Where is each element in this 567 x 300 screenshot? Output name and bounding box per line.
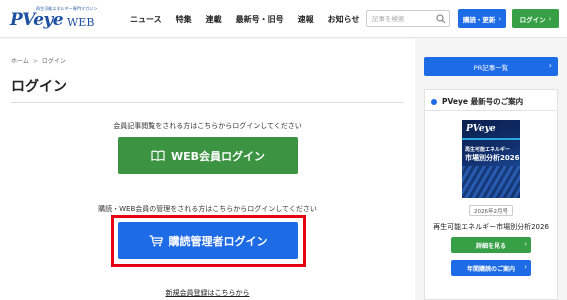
chevron-right-icon: › [524, 240, 527, 248]
title-divider [11, 102, 404, 103]
header-login-label: ログイン [519, 15, 546, 24]
site-logo[interactable]: 再生可能エネルギー専門マガジン PVeye WEB [10, 6, 118, 30]
main-content: ホーム > ログイン ログイン 会員記事閲覧をされる方はこちらからログインしてくださ… [0, 39, 415, 300]
latest-issue-heading: PVeye 最新号のご案内 [431, 96, 523, 107]
chevron-right-icon: › [548, 14, 552, 23]
cart-icon [149, 234, 163, 246]
issue-title: 再生可能エネルギー市場別分析2026 [433, 223, 549, 231]
header-login-button[interactable]: ログイン › [512, 9, 559, 28]
view-details-label: 詳細を見る [475, 242, 506, 250]
issue-date-badge: 2026年2月号 [469, 205, 513, 216]
new-member-register-link[interactable]: 新規会員登録はこちらから [0, 288, 415, 298]
card-divider [425, 110, 557, 111]
nav-item-features[interactable]: 特集 [176, 14, 192, 25]
pr-articles-button[interactable]: PR記事一覧 › [424, 57, 558, 76]
nav-item-news[interactable]: ニュース [130, 14, 162, 25]
latest-issue-heading-text: PVeye 最新号のご案内 [442, 97, 524, 106]
annual-subscription-label: 年間購読のご案内 [466, 265, 515, 273]
magazine-cover[interactable]: PVeye 再生可能エネルギー 市場別分析2026 [462, 120, 520, 198]
chevron-right-icon: › [498, 14, 502, 23]
subscribe-button[interactable]: 購読・更新 › [458, 9, 506, 28]
annual-subscription-button[interactable]: 年間購読のご案内 › [451, 260, 531, 276]
site-header: 再生可能エネルギー専門マガジン PVeye WEB ニュース 特集 連載 最新号… [0, 0, 567, 38]
breadcrumb: ホーム > ログイン [11, 56, 66, 65]
search-input[interactable] [367, 11, 433, 26]
solar-panels-image [462, 166, 520, 198]
manager-login-info: 購読・WEB会員の管理をされる方はこちらからログインしてください [98, 205, 317, 213]
logo-text: PVeye [10, 10, 64, 30]
breadcrumb-home[interactable]: ホーム [11, 58, 29, 65]
nav-item-breaking[interactable]: 速報 [298, 14, 314, 25]
page-title: ログイン [11, 79, 67, 95]
magazine-cover-title: 再生可能エネルギー [465, 147, 511, 153]
view-details-button[interactable]: 詳細を見る › [451, 237, 531, 253]
magazine-cover-logo: PVeye [466, 124, 496, 134]
latest-issue-card: PVeye 最新号のご案内 PVeye 再生可能エネルギー 市場別分析2026 … [424, 89, 558, 300]
nav-item-issues[interactable]: 最新号・旧号 [236, 14, 284, 25]
bullet-icon [431, 98, 437, 105]
search-box [366, 10, 450, 27]
web-member-login-button[interactable]: WEB会員ログイン [118, 137, 298, 174]
magazine-cover-band [462, 138, 520, 140]
breadcrumb-separator: > [32, 58, 38, 65]
chevron-right-icon: › [548, 61, 552, 70]
magazine-cover-subtitle: 市場別分析2026 [465, 154, 520, 162]
subscription-manager-login-label: 購読管理者ログイン [168, 234, 268, 248]
member-login-info: 会員記事閲覧をされる方はこちらからログインしてください [113, 122, 302, 130]
logo-web-text: WEB [67, 16, 95, 29]
book-icon [151, 150, 165, 161]
subscribe-button-label: 購読・更新 [462, 15, 496, 24]
web-member-login-label: WEB会員ログイン [170, 149, 266, 163]
chevron-right-icon: › [524, 263, 527, 271]
nav-item-announcements[interactable]: お知らせ [328, 14, 360, 25]
main-nav: ニュース 特集 連載 最新号・旧号 速報 お知らせ [130, 0, 373, 38]
subscription-manager-login-button[interactable]: 購読管理者ログイン [118, 222, 298, 259]
search-icon[interactable] [436, 14, 446, 24]
breadcrumb-current: ログイン [41, 58, 66, 65]
pr-articles-label: PR記事一覧 [473, 63, 509, 72]
nav-item-series[interactable]: 連載 [206, 14, 222, 25]
